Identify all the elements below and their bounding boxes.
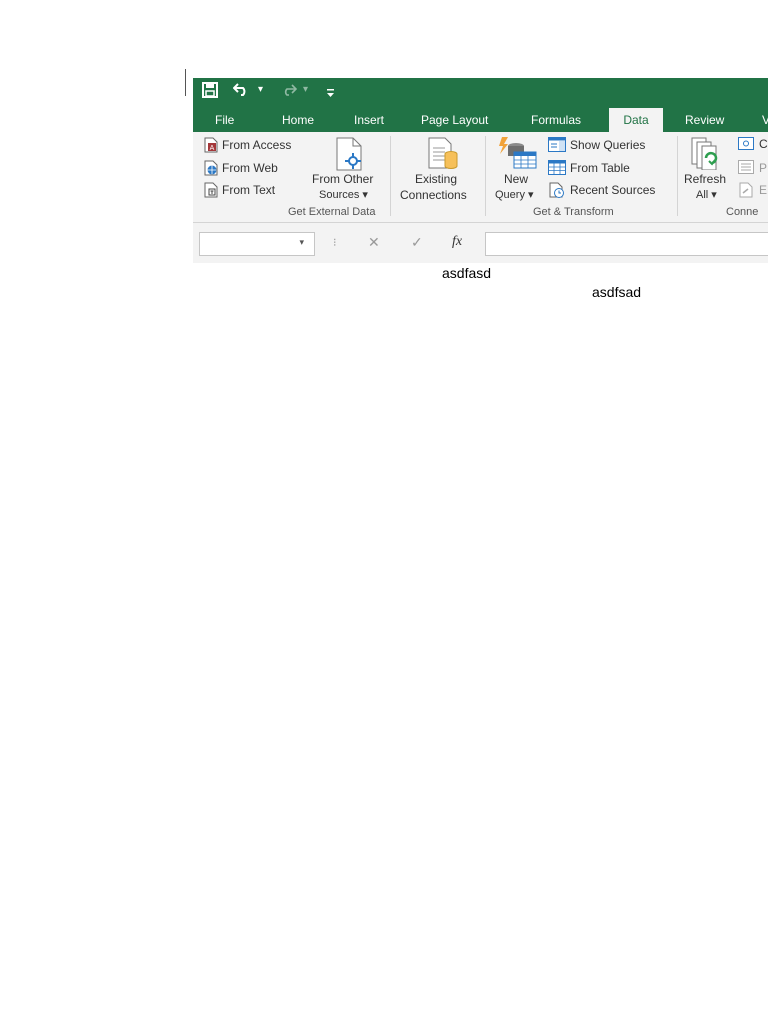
recent-sources-icon [548,182,566,203]
redo-icon[interactable] [281,83,298,101]
cancel-icon[interactable]: ✕ [368,234,380,251]
edit-links-label: E [759,183,768,197]
from-text-label: From Text [222,183,276,197]
quick-access-toolbar: ▾ ▾ [193,78,768,108]
tab-formulas[interactable]: Formulas [531,108,581,132]
from-access-label: From Access [222,138,292,152]
new-query-label-1: New [504,172,529,186]
connections-label: C [759,137,768,151]
from-web-label: From Web [222,161,278,175]
existing-connections-label-1: Existing [415,172,458,186]
group-label-get-external-data: Get External Data [288,206,376,218]
new-query-icon [498,136,538,175]
from-other-sources-label-2: Sources ▾ [319,189,368,201]
tab-insert[interactable]: Insert [354,108,384,132]
web-icon [203,160,219,181]
tab-review[interactable]: Review [685,108,724,132]
edit-links-icon [738,182,754,203]
note-text-2: asdfsad [592,284,642,300]
save-icon[interactable] [202,82,218,103]
undo-dropdown[interactable]: ▾ [258,79,263,101]
name-box-dropdown-icon[interactable]: ▾ [299,237,304,248]
data-ribbon: A From Access From Web From Text From Ot… [193,132,768,223]
formula-input[interactable] [485,232,768,256]
text-file-icon [203,182,219,203]
enter-icon[interactable]: ✓ [411,234,423,251]
access-icon: A [203,137,219,158]
from-table-label: From Table [570,161,630,175]
refresh-all-label-2: All ▾ [696,189,717,201]
group-label-connections: Conne [726,206,759,218]
text-cursor [185,69,186,96]
connections-icon [738,137,754,155]
group-separator [485,136,486,216]
group-separator [677,136,678,216]
ribbon-tabs: File Home Insert Page Layout Formulas Da… [193,108,768,132]
properties-label: P [759,161,768,175]
customize-qat-icon[interactable] [326,85,335,103]
refresh-all-label-1: Refresh [684,172,727,186]
show-queries-icon [548,137,566,157]
from-other-sources-label-1: From Other [312,172,374,186]
tab-data[interactable]: Data [609,108,663,132]
new-query-label-2: Query ▾ [495,189,534,201]
existing-connections-icon [425,136,461,177]
from-table-icon [548,160,566,180]
existing-connections-label-2: Connections [400,188,467,202]
excel-window: ▾ ▾ File Home Insert Page Layout Formula… [193,78,768,263]
insert-function-icon[interactable]: fx [452,234,462,250]
name-box[interactable]: ▾ [199,232,315,256]
group-label-get-transform: Get & Transform [533,206,614,218]
properties-icon [738,160,754,179]
undo-icon[interactable] [232,82,251,101]
tab-file[interactable]: File [215,108,234,132]
svg-text:A: A [210,145,215,152]
tab-view[interactable]: V [762,108,768,132]
show-queries-label: Show Queries [570,138,646,152]
note-text-1: asdfasd [442,265,492,281]
from-other-sources-icon [333,136,369,177]
formula-bar-grip-icon: ⁝ [333,237,337,249]
recent-sources-label: Recent Sources [570,183,656,197]
formula-bar: ▾ ⁝ ✕ ✓ fx [193,223,768,263]
refresh-all-icon [690,136,724,175]
tab-home[interactable]: Home [282,108,314,132]
redo-dropdown[interactable]: ▾ [303,79,308,101]
tab-page-layout[interactable]: Page Layout [421,108,488,132]
group-separator [390,136,391,216]
